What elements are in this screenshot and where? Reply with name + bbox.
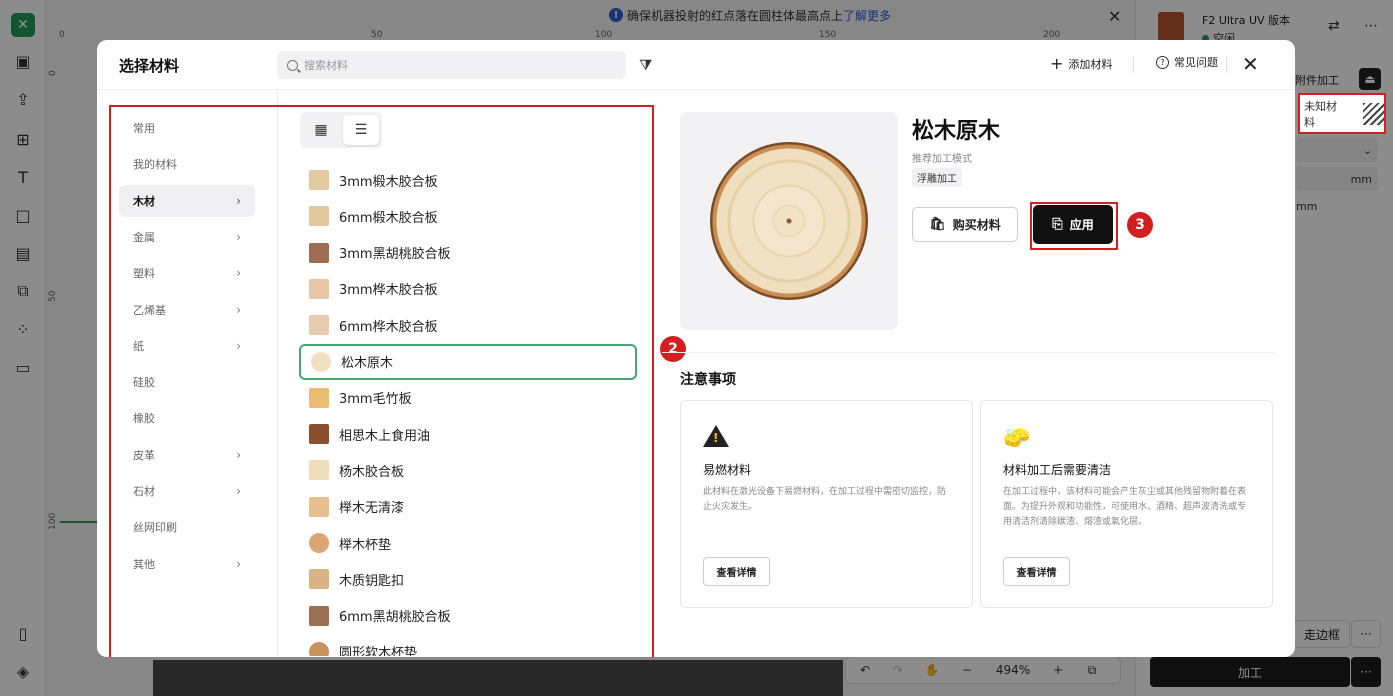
view-details-button[interactable]: 查看详情 (1003, 557, 1070, 586)
filter-icon[interactable]: ⧩ (639, 56, 652, 74)
buy-material-button[interactable]: 🛍 购买材料 (912, 207, 1018, 242)
dialog-title: 选择材料 (119, 57, 180, 75)
note-description: 此材料在激光设备下易燃材料，在加工过程中需密切监控，防止火灾发生。 (703, 487, 947, 512)
annotation-badge-2: 2 (660, 336, 686, 362)
select-material-dialog: 选择材料 ⧩ + 添加材料 ? 常见问题 ✕ 常用我的材料木材›金属›塑料›乙烯… (97, 40, 1295, 657)
annotation-region-box (109, 105, 654, 657)
note-description: 在加工过程中，该材料可能会产生灰尘或其他残留物附着在表面。为提升外观和功能性，可… (1003, 487, 1247, 527)
recommended-mode-label: 推荐加工模式 (912, 154, 972, 165)
notes-title: 注意事项 (680, 372, 736, 388)
note-card-flammable: 易燃材料 此材料在激光设备下易燃材料，在加工过程中需密切监控，防止火灾发生。 查… (680, 400, 973, 608)
note-title: 材料加工后需要清洁 (1003, 463, 1112, 477)
add-material-button[interactable]: + 添加材料 (1050, 54, 1112, 73)
material-preview (680, 112, 898, 330)
warning-icon (703, 425, 729, 447)
cleaning-icon: 🧽 (1003, 425, 1031, 450)
header-divider (1226, 57, 1227, 73)
shopping-bag-icon: 🛍 (929, 217, 946, 232)
dialog-close-icon[interactable]: ✕ (1242, 52, 1259, 76)
annotation-badge-3: 3 (1127, 212, 1153, 238)
material-search[interactable] (277, 51, 626, 79)
pine-log-image (710, 142, 868, 300)
note-card-cleaning: 🧽 材料加工后需要清洁 在加工过程中，该材料可能会产生灰尘或其他残留物附着在表面… (980, 400, 1273, 608)
plus-icon: + (1050, 54, 1064, 73)
apply-button[interactable]: ⎘ 应用 (1033, 205, 1113, 244)
header-divider (1133, 57, 1134, 73)
detail-divider (662, 352, 1274, 353)
mode-tag: 浮雕加工 (912, 168, 962, 187)
hatch-icon (1363, 102, 1384, 125)
apply-icon: ⎘ (1052, 217, 1063, 232)
dialog-header: 选择材料 ⧩ + 添加材料 ? 常见问题 ✕ (97, 40, 1295, 90)
search-input[interactable] (304, 58, 604, 72)
help-icon: ? (1156, 55, 1169, 69)
note-title: 易燃材料 (703, 463, 752, 477)
view-details-button[interactable]: 查看详情 (703, 557, 770, 586)
faq-button[interactable]: ? 常见问题 (1156, 54, 1218, 70)
unknown-material-field[interactable]: 未知材料 (1298, 93, 1386, 134)
search-icon (287, 59, 298, 71)
material-title: 松木原木 (912, 119, 1001, 144)
